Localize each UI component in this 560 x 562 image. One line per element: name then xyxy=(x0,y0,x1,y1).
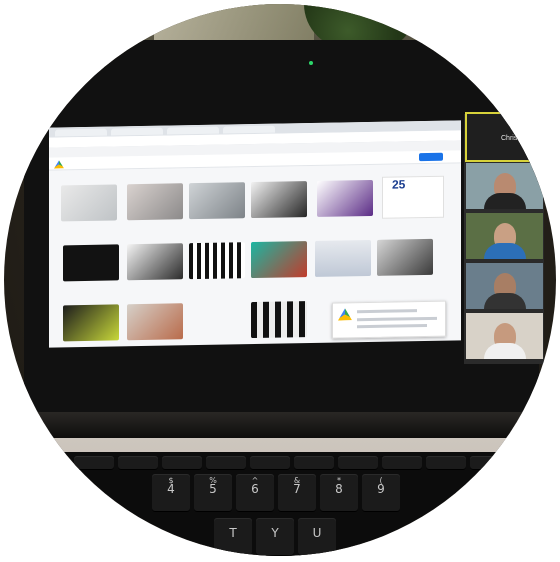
key[interactable] xyxy=(162,456,202,470)
key-4[interactable]: $4 xyxy=(152,474,190,512)
key[interactable] xyxy=(426,456,466,470)
drive-title xyxy=(67,158,69,165)
key-t[interactable]: T xyxy=(214,518,252,556)
key-letter: Y xyxy=(271,526,279,540)
image-thumbnail[interactable] xyxy=(189,242,245,280)
key-digit: 8 xyxy=(335,482,343,496)
key-digit: 4 xyxy=(167,482,175,496)
key-letter: T xyxy=(229,526,237,540)
browser-tab[interactable] xyxy=(223,125,275,134)
key-9[interactable]: (9 xyxy=(362,474,400,512)
key-5[interactable]: % 5 xyxy=(194,474,232,512)
key[interactable] xyxy=(74,456,114,470)
key-u[interactable]: U xyxy=(298,518,336,556)
keyboard: $4 % 5 ^ 6 & 7 * 8 (9 T Y U xyxy=(54,452,534,556)
participant-body xyxy=(484,343,526,359)
image-thumbnail[interactable] xyxy=(61,184,117,222)
participant-tile[interactable] xyxy=(465,312,544,360)
image-thumbnail[interactable] xyxy=(189,182,245,220)
key-digit: 9 xyxy=(377,482,385,496)
participant-body xyxy=(484,243,526,259)
image-thumbnail[interactable] xyxy=(251,301,307,339)
key-digit: 6 xyxy=(251,482,259,496)
key[interactable] xyxy=(382,456,422,470)
participant-body xyxy=(484,293,526,309)
laptop-hinge xyxy=(34,412,534,438)
browser-tab[interactable] xyxy=(111,127,163,136)
participant-tile[interactable] xyxy=(465,212,544,260)
key-letter: U xyxy=(312,526,322,540)
key[interactable] xyxy=(206,456,246,470)
webcam-led xyxy=(309,61,313,65)
key-digit: 7 xyxy=(293,482,301,496)
image-thumbnail[interactable] xyxy=(127,243,183,281)
key[interactable] xyxy=(118,456,158,470)
key[interactable] xyxy=(294,456,334,470)
key-6[interactable]: ^ 6 xyxy=(236,474,274,512)
laptop-screen: 25 xyxy=(49,120,461,348)
key-y[interactable]: Y xyxy=(256,518,294,556)
participant-body xyxy=(484,193,526,209)
participant-name: Chris xyxy=(501,135,518,142)
key-8[interactable]: * 8 xyxy=(320,474,358,512)
reference-number: 25 xyxy=(392,177,406,192)
image-thumbnail[interactable] xyxy=(315,239,371,277)
browser-tab[interactable] xyxy=(55,128,107,137)
image-thumbnail[interactable] xyxy=(127,303,183,341)
image-thumbnail[interactable] xyxy=(63,244,119,282)
image-thumbnail[interactable] xyxy=(317,179,373,217)
image-thumbnail[interactable] xyxy=(251,181,307,219)
browser-tab[interactable] xyxy=(167,126,219,135)
key-7[interactable]: & 7 xyxy=(278,474,316,512)
image-thumbnail[interactable] xyxy=(251,241,307,279)
key[interactable] xyxy=(250,456,290,470)
image-thumbnail[interactable] xyxy=(377,238,433,276)
circular-photo: 25 Chris $ 4 % 5 ^ 6 & 7 * 8 (9 T Y U xyxy=(4,4,556,556)
participant-tile[interactable] xyxy=(465,162,544,210)
key[interactable] xyxy=(470,456,510,470)
image-thumbnail[interactable] xyxy=(63,304,119,342)
key-digit: 5 xyxy=(209,482,217,496)
key[interactable] xyxy=(338,456,378,470)
image-thumbnail[interactable] xyxy=(127,183,183,221)
participant-tile[interactable] xyxy=(465,262,544,310)
share-button[interactable] xyxy=(419,152,443,162)
